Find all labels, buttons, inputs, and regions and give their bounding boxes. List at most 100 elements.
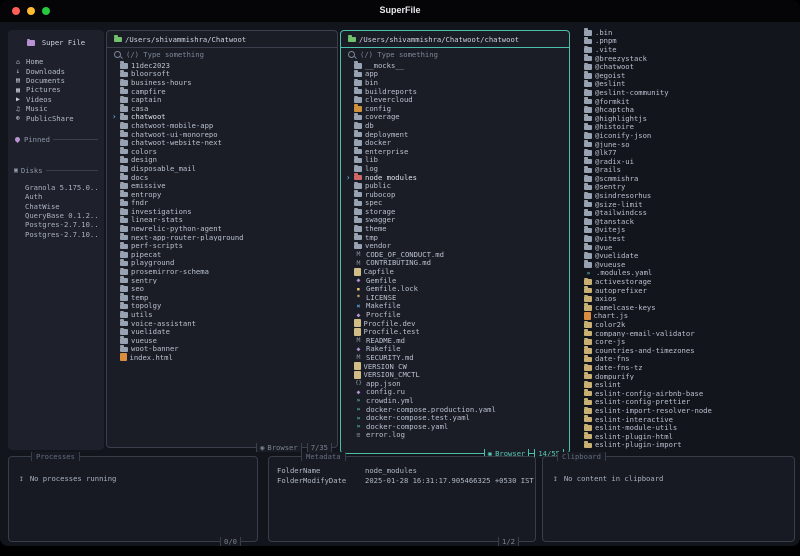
file-row[interactable]: topolgy (112, 302, 333, 310)
file-row[interactable]: __mocks__ (346, 61, 565, 70)
file-row[interactable]: eslint-plugin-import (576, 441, 796, 449)
file-row[interactable]: › chatwoot (112, 113, 333, 122)
file-row[interactable]: .pnpm (576, 37, 796, 45)
file-row[interactable]: @sindresorhus (576, 191, 796, 200)
file-row[interactable]: investigations (112, 207, 333, 216)
file-row[interactable]: CONTRIBUTING.md (346, 259, 565, 268)
file-row[interactable]: @histoire (576, 123, 796, 131)
file-row[interactable]: axios (576, 294, 796, 303)
file-row[interactable]: @scmmishra (576, 174, 796, 183)
file-row[interactable]: lib (346, 156, 565, 164)
panel-path-bar[interactable]: /Users/shivammishra/Chatwoot/chatwoot (341, 31, 569, 48)
file-row[interactable]: app (346, 70, 565, 78)
file-row[interactable]: vuelidate (112, 327, 333, 336)
sidebar-item-downloads[interactable]: ↓ Downloads (14, 66, 98, 76)
file-row[interactable]: entropy (112, 190, 333, 199)
file-row[interactable]: chatwoot-mobile-app (112, 121, 333, 130)
file-row[interactable]: camelcase-keys (576, 303, 796, 312)
file-row[interactable]: @eslint-community (576, 88, 796, 97)
file-row[interactable]: playground (112, 259, 333, 267)
file-row[interactable]: docker-compose.yaml (346, 422, 565, 431)
file-row[interactable]: seo (112, 284, 333, 293)
file-row[interactable]: spec (346, 199, 565, 207)
file-row[interactable]: pipecat (112, 250, 333, 259)
file-row[interactable]: business-hours (112, 78, 333, 87)
file-row[interactable]: autoprefixer (576, 286, 796, 294)
file-row[interactable]: @egoist (576, 71, 796, 80)
file-row[interactable]: company-email-validator (576, 329, 796, 337)
file-row[interactable]: core-js (576, 337, 796, 346)
file-row[interactable]: Procfile (346, 310, 565, 319)
file-row[interactable]: @chatwoot (576, 62, 796, 71)
file-row[interactable]: captain (112, 95, 333, 104)
file-row[interactable]: vueuse (112, 336, 333, 345)
file-row[interactable]: countries-and-timezones (576, 346, 796, 355)
file-row[interactable]: eslint-plugin-html (576, 432, 796, 441)
file-row[interactable]: enterprise (346, 147, 565, 156)
file-row[interactable]: temp (112, 293, 333, 302)
file-row[interactable]: @sentry (576, 183, 796, 191)
file-row[interactable]: VERSION_CMCTL (346, 370, 565, 379)
disk-item[interactable]: Postgres-2.7.10... (25, 230, 98, 239)
file-row[interactable]: @rails (576, 166, 796, 174)
file-row[interactable]: rubocop (346, 190, 565, 199)
file-row[interactable]: buildreports (346, 87, 565, 95)
file-row[interactable]: public (346, 181, 565, 190)
file-row[interactable]: eslint-config-airbnb-base (576, 389, 796, 398)
file-row[interactable]: Gemfile (346, 276, 565, 285)
file-row[interactable]: Gemfile.lock (346, 284, 565, 293)
file-row[interactable]: prosemirror-schema (112, 267, 333, 276)
file-row[interactable]: README.md (346, 336, 565, 345)
file-row[interactable]: Makefile (346, 302, 565, 311)
disk-item[interactable]: Postgres-2.7.10... (25, 220, 98, 229)
sidebar-item-documents[interactable]: ▤ Documents (14, 76, 98, 85)
sidebar-item-publicshare[interactable]: ⊕ PublicShare (14, 113, 98, 123)
file-row[interactable]: @vitejs (576, 226, 796, 234)
file-row[interactable]: deployment (346, 130, 565, 138)
disk-item[interactable]: Auth (25, 192, 98, 201)
file-row[interactable]: bin (346, 78, 565, 87)
disk-item[interactable]: ChatWise (25, 202, 98, 211)
file-row[interactable]: theme (346, 224, 565, 233)
file-row[interactable]: voice-assistant (112, 319, 333, 327)
file-row[interactable]: colors (112, 147, 333, 156)
file-row[interactable]: docker-compose.production.yaml (346, 405, 565, 414)
file-row[interactable]: date-fns (576, 355, 796, 363)
file-row[interactable]: docker-compose.test.yaml (346, 413, 565, 422)
file-row[interactable]: Rakefile (346, 345, 565, 354)
file-row[interactable]: vendor (346, 241, 565, 250)
file-row[interactable]: bloorsoft (112, 70, 333, 78)
file-row[interactable]: @eslint (576, 80, 796, 88)
file-row[interactable]: woot-banner (112, 345, 333, 353)
file-row[interactable]: @lk77 (576, 148, 796, 157)
file-row[interactable]: sentry (112, 276, 333, 284)
file-row[interactable]: color2k (576, 320, 796, 329)
sidebar-item-pictures[interactable]: ▦ Pictures (14, 85, 98, 94)
file-row[interactable]: eslint-module-utils (576, 423, 796, 432)
file-row[interactable]: docker (346, 138, 565, 147)
file-row[interactable]: eslint-config-prettier (576, 398, 796, 406)
file-row[interactable]: @june-so (576, 140, 796, 148)
file-row[interactable]: fndr (112, 199, 333, 207)
file-row[interactable]: 11dec2023 (112, 61, 333, 70)
file-row[interactable]: next-app-router-playground (112, 233, 333, 241)
file-row[interactable]: @vuelidate (576, 251, 796, 260)
file-row[interactable]: app.json (346, 379, 565, 388)
file-row[interactable]: crowdin.yml (346, 396, 565, 405)
sidebar-item-home[interactable]: ⌂ Home (14, 57, 98, 66)
file-row[interactable]: SECURITY.md (346, 353, 565, 362)
file-row[interactable]: swagger (346, 216, 565, 224)
file-row[interactable]: error.log (346, 431, 565, 440)
search-input[interactable]: (/) Type something (107, 48, 337, 60)
file-row[interactable]: config (346, 104, 565, 113)
file-row[interactable]: @iconify-json (576, 131, 796, 140)
file-row[interactable]: utils (112, 310, 333, 319)
file-row[interactable]: @tanstack (576, 217, 796, 226)
file-row[interactable]: eslint-interactive (576, 415, 796, 423)
file-row[interactable]: perf-scripts (112, 241, 333, 250)
file-row[interactable]: coverage (346, 113, 565, 121)
file-row[interactable]: docs (112, 173, 333, 181)
file-row[interactable]: activestorage (576, 277, 796, 286)
file-row[interactable]: @radix-ui (576, 157, 796, 166)
file-row[interactable]: @size-limit (576, 200, 796, 208)
